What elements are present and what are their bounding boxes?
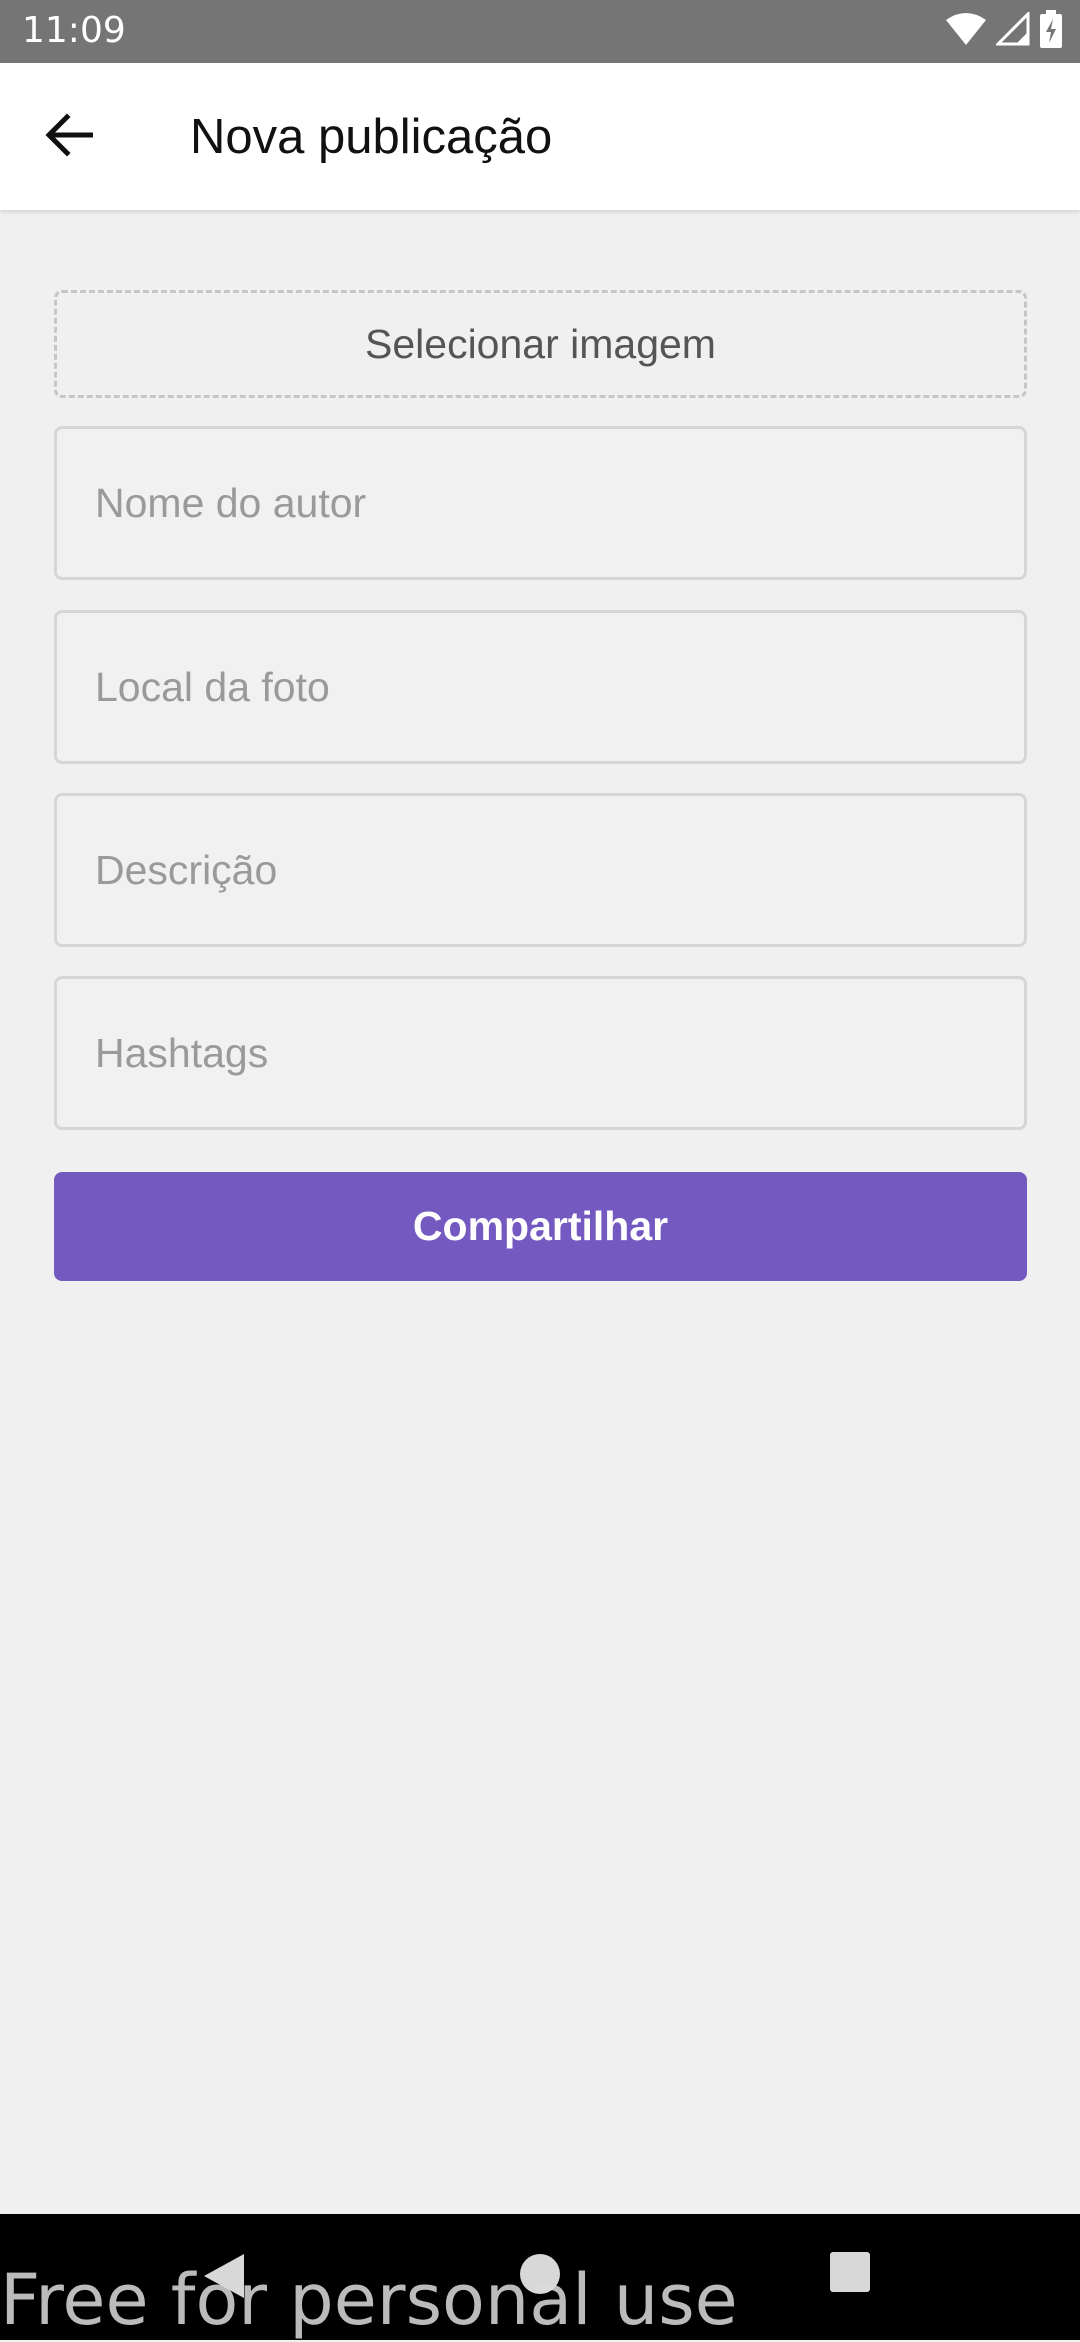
- recents-square-icon[interactable]: [830, 2252, 870, 2297]
- status-bar: 11:09: [0, 0, 1080, 63]
- photo-location-input[interactable]: [95, 663, 1024, 711]
- arrow-left-icon: [45, 112, 94, 162]
- status-time: 11:09: [22, 10, 126, 51]
- watermark-text: Free for personal use: [0, 2259, 738, 2341]
- hashtags-field[interactable]: [54, 976, 1027, 1130]
- select-image-button[interactable]: Selecionar imagem: [54, 290, 1027, 398]
- status-icons: [946, 9, 1062, 53]
- wifi-icon: [946, 12, 986, 51]
- description-field[interactable]: [54, 793, 1027, 947]
- page-title: Nova publicação: [190, 110, 553, 164]
- app-bar: Nova publicação: [0, 63, 1080, 210]
- photo-location-field[interactable]: [54, 610, 1027, 764]
- author-name-field[interactable]: [54, 426, 1027, 580]
- back-button[interactable]: [30, 101, 108, 173]
- description-input[interactable]: [95, 846, 1024, 894]
- author-name-input[interactable]: [95, 479, 1024, 527]
- hashtags-input[interactable]: [95, 1029, 1024, 1077]
- share-button[interactable]: Compartilhar: [54, 1172, 1027, 1281]
- battery-icon: [1040, 9, 1062, 53]
- cell-signal-icon: [994, 9, 1030, 51]
